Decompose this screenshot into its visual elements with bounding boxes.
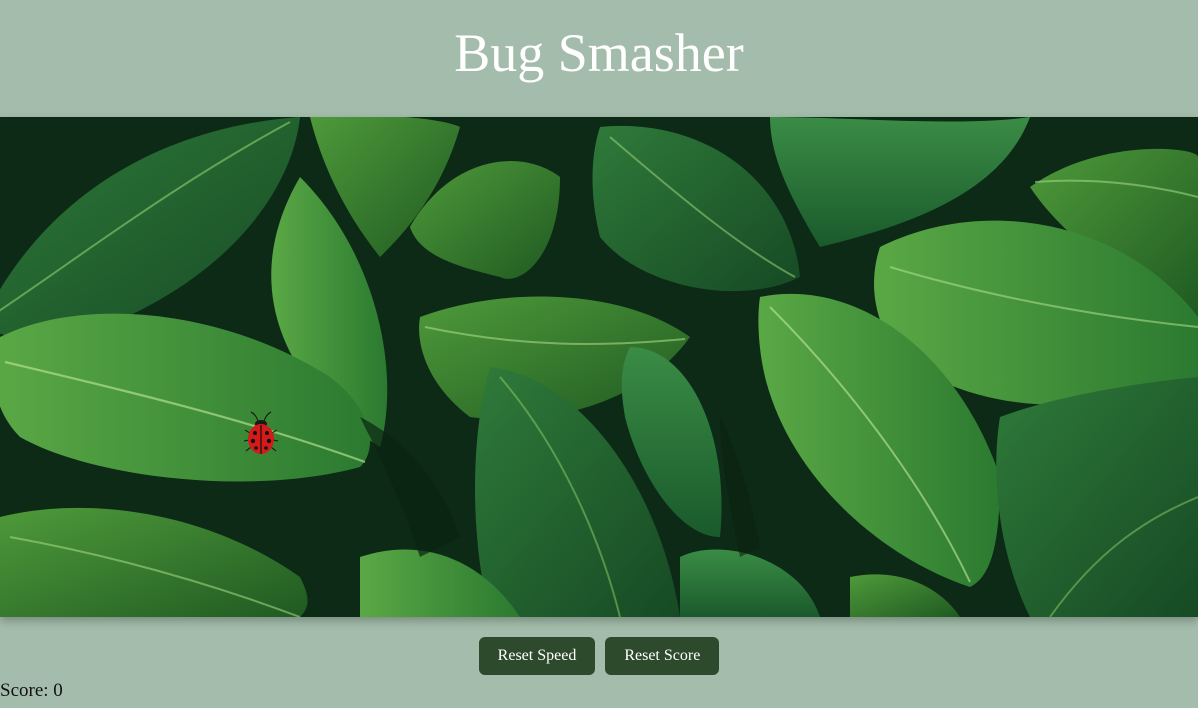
score-value: 0 xyxy=(53,680,63,701)
game-controls: Reset Speed Reset Score xyxy=(0,637,1198,675)
game-canvas[interactable] xyxy=(0,117,1198,617)
score-label: Score: xyxy=(0,680,49,701)
reset-score-button[interactable]: Reset Score xyxy=(605,637,720,675)
score-display: Score: 0 xyxy=(0,680,63,702)
reset-speed-button[interactable]: Reset Speed xyxy=(478,637,596,675)
tropical-leaves-background xyxy=(0,117,1198,617)
ladybug-icon[interactable] xyxy=(244,409,278,457)
page-title: Bug Smasher xyxy=(454,23,744,83)
